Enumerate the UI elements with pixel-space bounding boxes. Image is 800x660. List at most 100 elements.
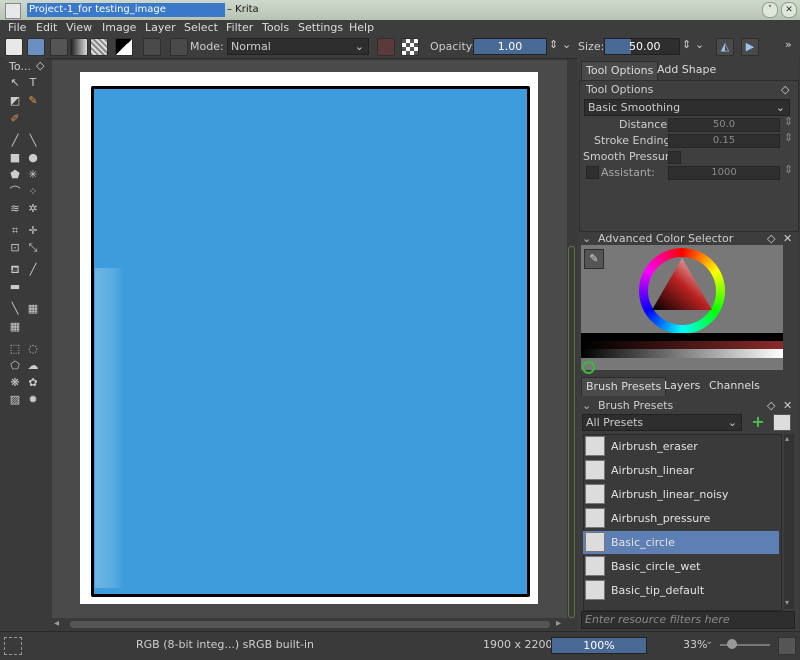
smoothing-select[interactable]: Basic Smoothing ⌄ <box>584 99 790 116</box>
opacity-stepper-icon[interactable]: ⇕ <box>549 38 558 51</box>
preset-search-input[interactable]: Enter resource filters here <box>581 611 795 629</box>
mirror-horizontal-icon[interactable]: ◭ <box>716 38 734 56</box>
menu-layer[interactable]: Layer <box>145 21 176 34</box>
rect-select-tool-icon[interactable]: ⬚ <box>8 342 22 356</box>
menu-help[interactable]: Help <box>349 21 374 34</box>
menu-tools[interactable]: Tools <box>262 21 289 34</box>
freehand-select-tool-icon[interactable]: ☁ <box>26 359 40 373</box>
edit-shapes-tool-icon[interactable]: ◩ <box>8 94 22 108</box>
menu-edit[interactable]: Edit <box>36 21 57 34</box>
chevron-down-icon[interactable]: ⌄ <box>705 636 713 647</box>
dock-options-icon[interactable]: ◇ <box>36 59 44 72</box>
scroll-left-icon[interactable]: ◂ <box>54 618 59 629</box>
menu-settings[interactable]: Settings <box>298 21 343 34</box>
fill-tool-icon[interactable]: ⛾ <box>8 263 22 277</box>
close-icon[interactable]: ✕ <box>781 2 797 18</box>
toolbar-extension-icon[interactable]: » <box>785 38 792 51</box>
move-tool-icon[interactable]: ✛ <box>26 224 40 238</box>
float-dock-icon[interactable]: ◇ <box>767 232 775 245</box>
tab-channels[interactable]: Channels <box>705 377 764 395</box>
brush-editor-icon[interactable] <box>143 38 161 56</box>
multibrush-tool-icon[interactable]: ✲ <box>26 202 40 216</box>
measure-tool-icon[interactable]: ⤡ <box>26 241 40 255</box>
preset-filter-select[interactable]: All Presets ⌄ <box>582 414 742 431</box>
menu-file[interactable]: File <box>8 21 26 34</box>
preset-list-scrollbar[interactable]: ▴ ▾ <box>784 434 794 609</box>
smooth-pressure-checkbox[interactable] <box>668 151 681 164</box>
list-item[interactable]: Airbrush_pressure <box>583 507 779 530</box>
distance-stepper-icon[interactable]: ⇕ <box>784 115 793 128</box>
close-dock-icon[interactable]: ✕ <box>783 399 792 412</box>
open-document-icon[interactable] <box>27 38 45 56</box>
save-icon[interactable] <box>50 38 68 56</box>
menu-view[interactable]: View <box>66 21 92 34</box>
assistant-input[interactable]: 1000 <box>668 166 780 180</box>
mirror-vertical-icon[interactable]: ▶ <box>741 38 759 56</box>
horizontal-scrollbar[interactable]: ◂ ▸ <box>52 618 567 631</box>
bezier-select-tool-icon[interactable]: ▨ <box>8 393 22 407</box>
tab-layers[interactable]: Layers <box>660 377 704 395</box>
rectangle-tool-icon[interactable]: ■ <box>8 151 22 165</box>
tab-add-shape[interactable]: Add Shape <box>653 61 720 79</box>
zoom-level[interactable]: 33% <box>683 638 707 651</box>
dock-options-icon[interactable]: ◇ <box>781 83 789 96</box>
add-tag-icon[interactable]: + <box>749 413 767 431</box>
color-history-icon[interactable] <box>582 361 595 374</box>
chevron-down-icon[interactable]: ⌄ <box>695 38 704 51</box>
selection-mode-icon[interactable] <box>4 637 22 655</box>
chevron-down-icon[interactable]: ⌄ <box>562 38 571 51</box>
vertical-scroll-thumb[interactable] <box>568 246 575 618</box>
tab-tool-options[interactable]: Tool Options <box>581 61 659 80</box>
color-picker-tool-icon[interactable]: ╱ <box>26 263 40 277</box>
horizontal-scroll-thumb[interactable] <box>70 621 550 628</box>
brush-presets-icon[interactable] <box>170 38 188 56</box>
polygon-tool-icon[interactable]: ⬟ <box>8 168 22 182</box>
line-tool-icon[interactable]: ╱ <box>8 134 22 148</box>
blend-mode-select[interactable]: Normal ⌄ <box>227 38 369 55</box>
gradient-icon[interactable] <box>70 38 88 56</box>
menu-select[interactable]: Select <box>184 21 218 34</box>
bezier-tool-icon[interactable]: ⌒ <box>8 185 22 199</box>
collapse-icon[interactable]: ⌄ <box>582 232 591 245</box>
color-shade-bar-red[interactable] <box>581 341 783 349</box>
tab-brush-presets[interactable]: Brush Presets <box>581 377 667 396</box>
preserve-alpha-icon[interactable] <box>401 38 419 56</box>
assistant-checkbox[interactable] <box>586 166 599 179</box>
contiguous-select-tool-icon[interactable]: ❋ <box>8 376 22 390</box>
similar-select-tool-icon[interactable]: ✿ <box>26 376 40 390</box>
zoom-slider-handle[interactable] <box>727 639 737 649</box>
color-picker-icon[interactable]: ✎ <box>584 249 604 269</box>
magnetic-select-tool-icon[interactable]: ✹ <box>26 393 40 407</box>
view-mode-icon[interactable] <box>773 414 791 431</box>
ellipse-select-tool-icon[interactable]: ◌ <box>26 342 40 356</box>
distance-input[interactable]: 50.0 <box>668 118 780 132</box>
float-dock-icon[interactable]: ◇ <box>767 399 775 412</box>
perspective-grid-tool-icon[interactable]: ▦ <box>26 302 40 316</box>
assistant-tool-icon[interactable]: ╲ <box>8 302 22 316</box>
opacity-slider[interactable]: 1.00 <box>473 38 547 55</box>
grid-tool-icon[interactable]: ▦ <box>8 320 22 334</box>
close-dock-icon[interactable]: ✕ <box>783 232 792 245</box>
stroke-ending-stepper-icon[interactable]: ⇕ <box>784 131 793 144</box>
gradient-tool-icon[interactable]: ▬ <box>8 280 22 294</box>
size-stepper-icon[interactable]: ⇕ <box>682 38 691 51</box>
saturation-value-triangle[interactable] <box>648 254 716 314</box>
menu-image[interactable]: Image <box>102 21 136 34</box>
list-item[interactable]: Basic_tip_default <box>583 579 779 602</box>
text-tool-icon[interactable]: T <box>26 76 40 90</box>
color-shade-bar-black[interactable] <box>581 333 783 341</box>
polygon-select-tool-icon[interactable]: ⬠ <box>8 359 22 373</box>
scroll-down-icon[interactable]: ▾ <box>785 598 789 607</box>
list-item[interactable]: Airbrush_eraser <box>583 435 779 458</box>
straight-line-tool-icon[interactable]: ╲ <box>26 134 40 148</box>
ellipse-tool-icon[interactable]: ● <box>26 151 40 165</box>
freehand-path-tool-icon[interactable]: ⁘ <box>26 185 40 199</box>
color-shade-bar-gray[interactable] <box>581 349 783 358</box>
rotate-canvas-icon[interactable] <box>778 637 796 655</box>
list-item[interactable]: Airbrush_linear_noisy <box>583 483 779 506</box>
dynamic-brush-tool-icon[interactable]: ≋ <box>8 202 22 216</box>
crop-tool-icon[interactable]: ⌗ <box>8 224 22 238</box>
select-shapes-tool-icon[interactable]: ↖ <box>8 76 22 90</box>
eraser-mode-icon[interactable] <box>377 38 395 56</box>
foreground-background-color-icon[interactable] <box>115 38 133 56</box>
